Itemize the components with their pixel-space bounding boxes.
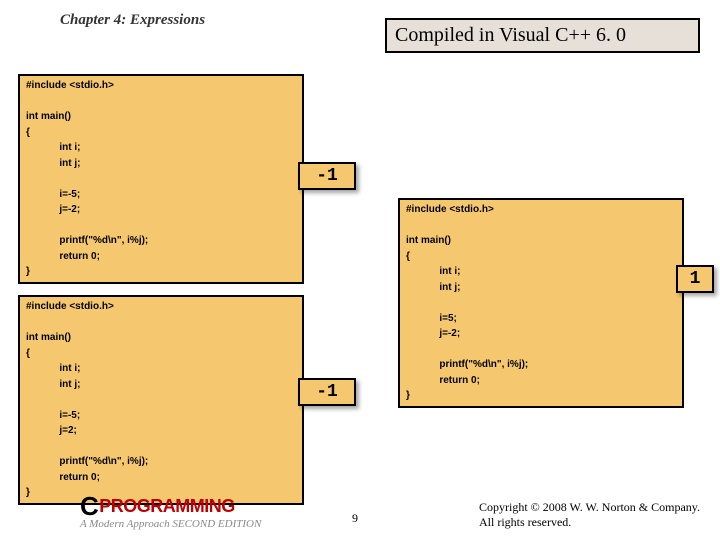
copyright-line2: All rights reserved. <box>479 515 700 530</box>
code-block-1: #include <stdio.h> int main() { int i; i… <box>18 74 304 284</box>
page-number: 9 <box>352 511 358 526</box>
result-1: -1 <box>298 162 356 190</box>
logo-subtitle: A Modern Approach SECOND EDITION <box>80 518 280 530</box>
result-2: -1 <box>298 378 356 406</box>
code-block-2: #include <stdio.h> int main() { int i; i… <box>18 295 304 505</box>
chapter-header: Chapter 4: Expressions <box>60 12 205 29</box>
compiler-title: Compiled in Visual C++ 6. 0 <box>385 18 700 53</box>
logo-text: PROGRAMMING <box>99 496 235 516</box>
code-block-3: #include <stdio.h> int main() { int i; i… <box>398 198 684 408</box>
copyright-line1: Copyright © 2008 W. W. Norton & Company. <box>479 500 700 515</box>
result-3: 1 <box>676 265 714 293</box>
slide: Chapter 4: Expressions Compiled in Visua… <box>0 0 720 540</box>
copyright: Copyright © 2008 W. W. Norton & Company.… <box>479 500 700 530</box>
book-logo: CPROGRAMMING A Modern Approach SECOND ED… <box>80 491 280 530</box>
